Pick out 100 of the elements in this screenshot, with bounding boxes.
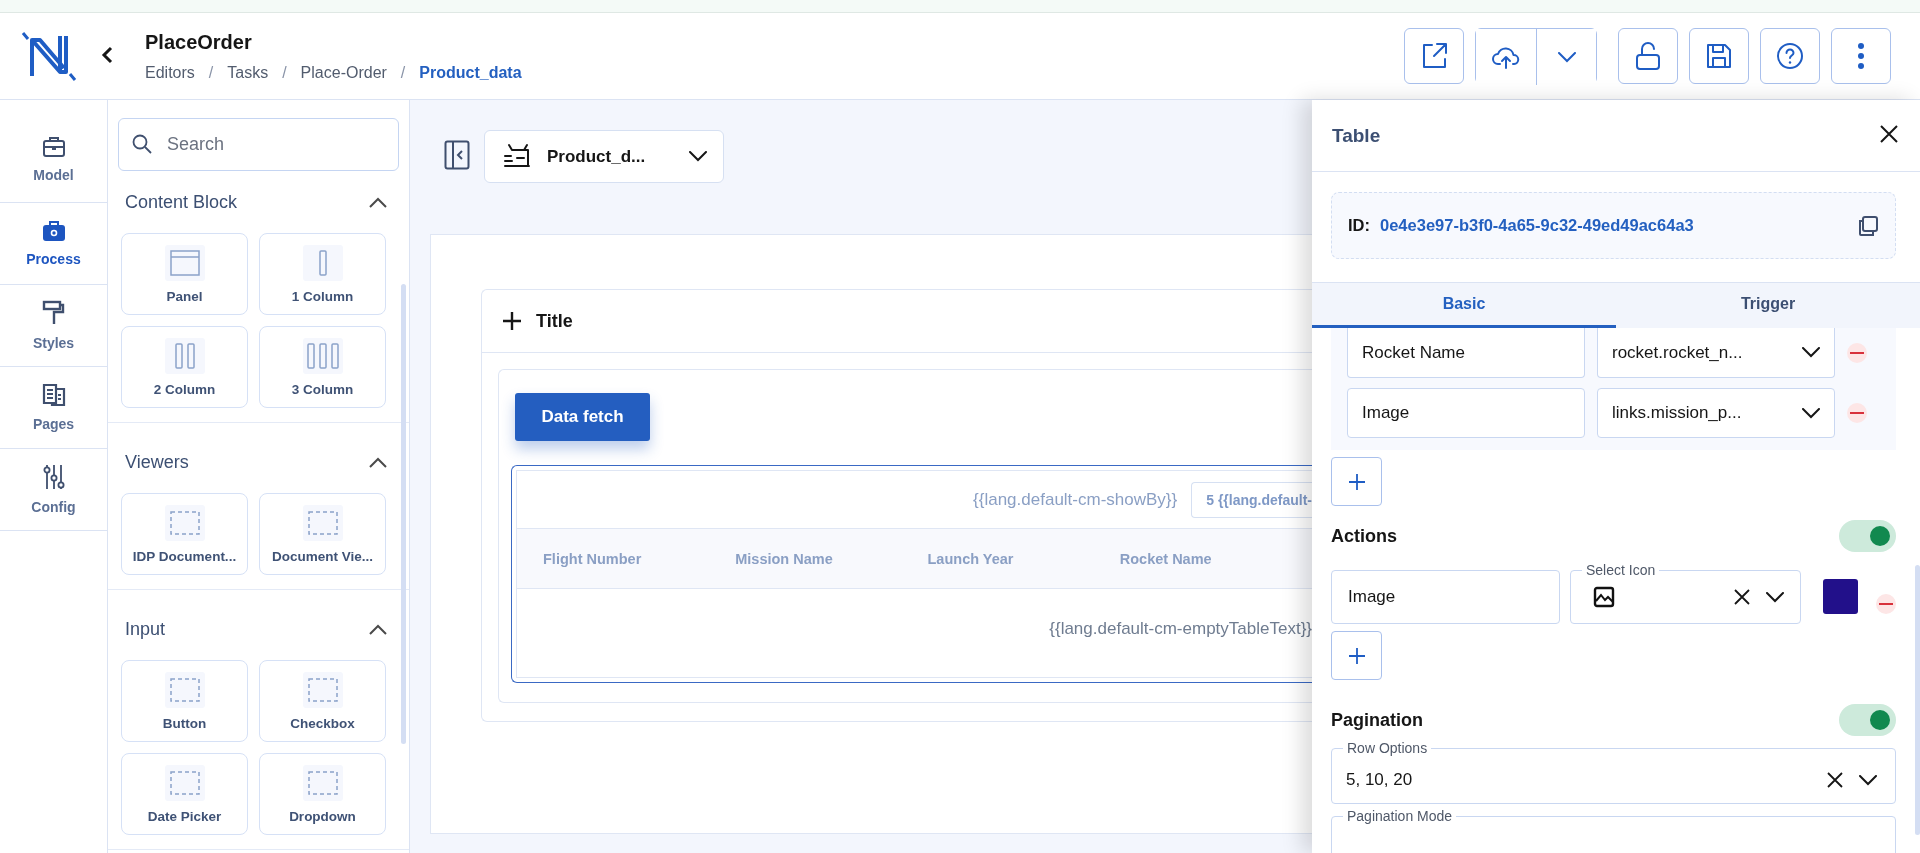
plus-icon bbox=[1347, 646, 1366, 665]
column-header: Launch Year bbox=[927, 550, 1015, 567]
chevron-down-icon bbox=[1802, 347, 1820, 358]
color-swatch[interactable] bbox=[1823, 579, 1858, 614]
briefcase-icon bbox=[41, 136, 66, 158]
dashed-box-icon bbox=[302, 764, 343, 801]
save-button[interactable] bbox=[1689, 28, 1749, 84]
collapse-sidebar-button[interactable] bbox=[444, 140, 470, 173]
chevron-up-icon[interactable] bbox=[369, 196, 387, 208]
panel-title: Table bbox=[1332, 124, 1381, 147]
save-icon bbox=[1706, 42, 1732, 70]
logo-icon bbox=[20, 30, 78, 82]
chevron-left-icon bbox=[101, 45, 113, 64]
field-dropdown[interactable]: links.mission_p... bbox=[1597, 388, 1835, 438]
component-tile[interactable]: IDP Document... bbox=[121, 493, 248, 575]
dashed-box-icon bbox=[302, 504, 343, 541]
component-tile[interactable]: 2 Column bbox=[121, 326, 248, 408]
help-button[interactable] bbox=[1760, 28, 1820, 84]
section-title: Viewers bbox=[125, 451, 189, 473]
plus-icon[interactable] bbox=[502, 311, 522, 331]
two-columns-icon bbox=[164, 337, 205, 374]
close-icon bbox=[1880, 125, 1898, 143]
remove-button[interactable] bbox=[1876, 594, 1896, 614]
breadcrumb-link[interactable]: Tasks bbox=[227, 63, 269, 82]
dashed-box-icon bbox=[164, 504, 205, 541]
sliders-icon bbox=[41, 464, 66, 490]
table-widget[interactable]: {{lang.default-cm-showBy}} 5 {{lang.default- Flight Number Mission Name Launch Year Rocket Name {{lang.default-cm-emptyTableText}} bbox=[511, 465, 1312, 683]
breadcrumb-separator: / bbox=[400, 63, 406, 82]
dashed-box-icon bbox=[164, 764, 205, 801]
unlocked-icon bbox=[1635, 41, 1661, 71]
data-fetch-button[interactable]: Data fetch bbox=[515, 393, 650, 441]
dashed-box-icon bbox=[302, 671, 343, 708]
plus-icon bbox=[1347, 472, 1366, 491]
open-external-button[interactable] bbox=[1404, 28, 1464, 84]
component-tile[interactable]: Button bbox=[121, 660, 248, 742]
empty-table-text: {{lang.default-cm-emptyTableText}} bbox=[1049, 619, 1312, 639]
panel-icon bbox=[164, 244, 205, 281]
dashed-box-icon bbox=[164, 671, 205, 708]
column-header: Mission Name bbox=[735, 550, 834, 567]
section-title: Pagination bbox=[1331, 709, 1423, 731]
id-value: 0e4e3e97-b3f0-4a65-9c32-49ed49ac64a3 bbox=[1380, 216, 1695, 235]
show-by-label: {{lang.default-cm-showBy}} bbox=[973, 489, 1178, 510]
component-tile[interactable]: 3 Column bbox=[259, 326, 386, 408]
three-columns-icon bbox=[302, 337, 343, 374]
help-icon bbox=[1776, 42, 1804, 70]
more-options-button[interactable] bbox=[1831, 28, 1891, 84]
cloud-upload-icon bbox=[1491, 44, 1521, 70]
chevron-down-icon bbox=[1766, 591, 1784, 603]
section-title: Actions bbox=[1331, 525, 1397, 547]
id-label: ID: bbox=[1348, 216, 1370, 235]
chevron-down-icon bbox=[1859, 774, 1877, 786]
toggle-switch[interactable] bbox=[1839, 520, 1896, 552]
chevron-down-icon bbox=[1802, 407, 1820, 419]
scrollbar[interactable] bbox=[1915, 565, 1920, 835]
breadcrumb-link[interactable]: Product_data bbox=[419, 63, 522, 82]
remove-button[interactable] bbox=[1847, 403, 1867, 423]
field-dropdown[interactable]: rocket.rocket_n... bbox=[1597, 328, 1835, 378]
component-tile[interactable]: 1 Column bbox=[259, 233, 386, 315]
column-header: Rocket Name bbox=[1119, 550, 1213, 567]
search-field[interactable]: Search bbox=[118, 118, 399, 171]
add-button[interactable] bbox=[1331, 631, 1382, 680]
column-header: Flight Number bbox=[543, 550, 643, 567]
page-title: PlaceOrder bbox=[145, 30, 253, 54]
briefcase-gear-icon bbox=[41, 220, 66, 242]
section-title: Input bbox=[125, 618, 166, 640]
clear-icon bbox=[1734, 589, 1750, 605]
chevron-down-icon bbox=[1557, 51, 1576, 63]
remove-button[interactable] bbox=[1847, 343, 1867, 363]
more-vertical-icon bbox=[1857, 42, 1865, 70]
single-column-icon bbox=[302, 244, 343, 281]
copy-icon[interactable] bbox=[1857, 214, 1879, 237]
page-dropdown[interactable]: Product_d... bbox=[484, 130, 724, 183]
add-button[interactable] bbox=[1331, 457, 1382, 506]
column-label-field[interactable]: Image bbox=[1347, 388, 1585, 438]
breadcrumb-link[interactable]: Place-Order bbox=[300, 63, 387, 82]
chevron-up-icon[interactable] bbox=[369, 456, 387, 468]
image-icon bbox=[1593, 586, 1615, 608]
upload-button[interactable] bbox=[1476, 29, 1536, 85]
breadcrumb-link[interactable]: Editors bbox=[145, 63, 195, 82]
column-label-field[interactable]: Rocket Name bbox=[1347, 328, 1585, 378]
paint-roller-icon bbox=[41, 300, 66, 326]
action-label-field[interactable]: Image bbox=[1331, 570, 1560, 624]
lock-button[interactable] bbox=[1618, 28, 1678, 84]
sidebar-collapse-icon bbox=[444, 140, 470, 170]
component-tile[interactable]: Document Vie... bbox=[259, 493, 386, 575]
section-title: Content Block bbox=[125, 191, 238, 213]
chevron-up-icon[interactable] bbox=[369, 623, 387, 635]
pages-icon bbox=[41, 383, 66, 407]
chevron-down-icon bbox=[689, 151, 707, 162]
component-tile[interactable]: Panel bbox=[121, 233, 248, 315]
scrollbar[interactable] bbox=[401, 284, 406, 744]
clear-icon bbox=[1827, 772, 1843, 788]
breadcrumb-separator: / bbox=[282, 63, 287, 82]
component-tile[interactable]: Date Picker bbox=[121, 753, 248, 835]
component-tile[interactable]: Dropdown bbox=[259, 753, 386, 835]
panel-title: Title bbox=[536, 310, 573, 332]
toggle-switch[interactable] bbox=[1839, 704, 1896, 736]
component-tile[interactable]: Checkbox bbox=[259, 660, 386, 742]
tab[interactable]: Trigger bbox=[1616, 283, 1920, 328]
breadcrumb-separator: / bbox=[208, 63, 214, 82]
